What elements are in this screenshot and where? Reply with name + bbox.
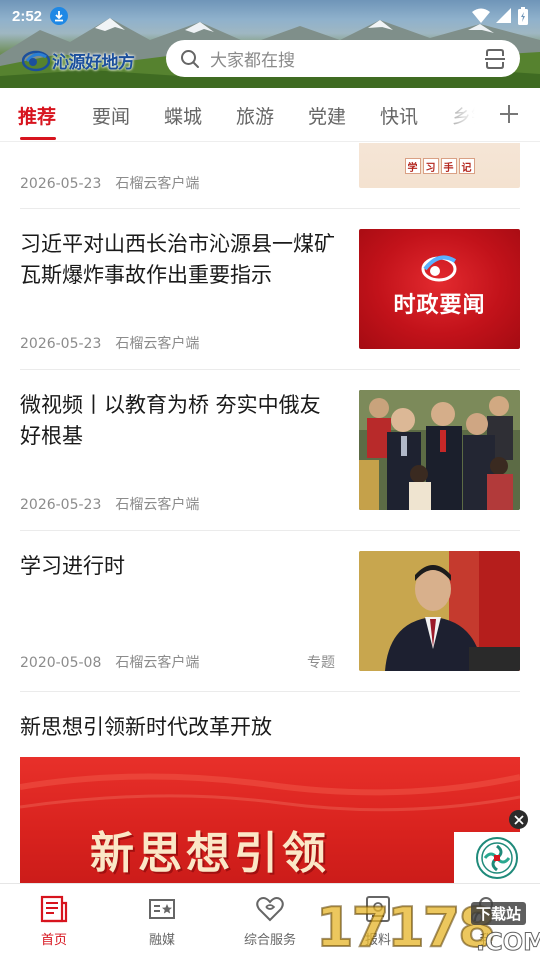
status-time: 2:52 bbox=[12, 7, 43, 25]
tab-recommend[interactable]: 推荐 bbox=[18, 102, 56, 129]
feature-banner[interactable]: 新思想引领 bbox=[20, 757, 520, 883]
divider bbox=[20, 208, 520, 209]
news-date: 2026-05-23 bbox=[20, 336, 102, 352]
news-source: 石榴云客户端 bbox=[115, 176, 200, 192]
news-source: 石榴云客户端 bbox=[115, 336, 200, 352]
channel-tabs: 推荐 要闻 蝶城 旅游 党建 快讯 乡镇 bbox=[0, 88, 540, 142]
tab-headlines[interactable]: 要闻 bbox=[92, 102, 130, 129]
nav-home[interactable]: 首页 bbox=[0, 894, 108, 948]
heart-service-icon bbox=[256, 897, 284, 922]
tab-diecheng[interactable]: 蝶城 bbox=[164, 102, 202, 129]
status-bar: 2:52 bbox=[0, 0, 540, 32]
news-meta: 2026-05-23 石榴云客户端 bbox=[20, 494, 199, 514]
media-icon bbox=[149, 899, 175, 919]
photo-illustration bbox=[359, 390, 520, 510]
tab-travel[interactable]: 旅游 bbox=[236, 102, 274, 129]
tab-flash[interactable]: 快讯 bbox=[380, 102, 418, 129]
news-title: 新思想引领新时代改革开放 bbox=[20, 715, 272, 739]
news-date: 2020-05-08 bbox=[20, 655, 102, 671]
battery-icon bbox=[518, 7, 528, 25]
nav-report-label: 报料 bbox=[364, 933, 391, 948]
search-placeholder: 大家都在搜 bbox=[210, 51, 295, 71]
wifi-icon bbox=[472, 8, 490, 23]
logo-text: 沁源好地方 bbox=[52, 52, 135, 73]
nav-media-label: 融媒 bbox=[148, 933, 175, 948]
news-meta: 2026-05-23 石榴云客户端 bbox=[20, 173, 199, 193]
divider bbox=[20, 691, 520, 692]
topic-tag: 专题 bbox=[307, 655, 335, 671]
search-icon bbox=[181, 49, 199, 68]
news-icon bbox=[40, 895, 68, 923]
tab-fade bbox=[430, 88, 494, 141]
divider bbox=[20, 530, 520, 531]
news-photo[interactable] bbox=[359, 551, 520, 671]
news-meta: 2020-05-08 石榴云客户端 bbox=[20, 652, 199, 672]
report-icon bbox=[366, 896, 390, 922]
news-title: 微视频丨以教育为桥 夯实中俄友好根基 bbox=[20, 393, 321, 448]
nav-services-label: 综合服务 bbox=[243, 933, 296, 948]
banner-headline: 新思想引领 bbox=[90, 828, 330, 879]
close-icon[interactable] bbox=[509, 810, 528, 829]
news-meta: 2026-05-23 石榴云客户端 bbox=[20, 333, 199, 353]
news-feed: 学习手记 2026-05-23 石榴云客户端 习近平对山西长治市沁源县一煤矿瓦斯爆… bbox=[0, 143, 540, 883]
app-logo[interactable]: 沁源好地方 bbox=[22, 45, 135, 75]
study-notes-logo: 学习手记 bbox=[404, 158, 475, 174]
floating-service-badge[interactable] bbox=[454, 832, 540, 884]
nav-media[interactable]: 融媒 bbox=[108, 894, 216, 948]
news-date: 2026-05-23 bbox=[20, 176, 102, 192]
bottom-navigation: 首页 融媒 综合服务 报料 我 bbox=[0, 883, 540, 960]
scan-icon[interactable] bbox=[484, 48, 506, 70]
news-title: 习近平对山西长治市沁源县一煤矿瓦斯爆炸事故作出重要指示 bbox=[20, 232, 335, 287]
nav-report[interactable]: 报料 bbox=[324, 894, 432, 948]
tab-party[interactable]: 党建 bbox=[308, 102, 346, 129]
portrait-illustration bbox=[359, 551, 520, 671]
news-source: 石榴云客户端 bbox=[115, 655, 200, 671]
nav-me-label: 我 bbox=[479, 933, 493, 948]
news-item[interactable]: 新思想引领新时代改革开放 bbox=[20, 712, 520, 743]
service-emblem-icon bbox=[476, 837, 518, 879]
nav-services[interactable]: 综合服务 bbox=[216, 894, 324, 948]
news-date: 2026-05-23 bbox=[20, 497, 102, 513]
divider bbox=[20, 369, 520, 370]
thumb-caption: 时政要闻 bbox=[393, 293, 486, 318]
news-title: 学习进行时 bbox=[20, 554, 125, 578]
active-tab-indicator bbox=[20, 137, 56, 140]
download-icon bbox=[50, 7, 69, 25]
search-bar[interactable]: 大家都在搜 bbox=[166, 40, 520, 77]
news-thumbnail[interactable]: 学习手记 bbox=[359, 143, 520, 188]
add-channel-icon[interactable] bbox=[495, 100, 523, 128]
news-photo[interactable] bbox=[359, 390, 520, 510]
nav-me[interactable]: 我 bbox=[432, 894, 540, 948]
logo-icon bbox=[22, 50, 50, 72]
nav-home-label: 首页 bbox=[40, 933, 67, 948]
signal-icon bbox=[496, 8, 511, 23]
news-source: 石榴云客户端 bbox=[115, 497, 200, 513]
user-icon bbox=[474, 897, 498, 922]
news-thumbnail[interactable]: 时政要闻 bbox=[359, 229, 520, 349]
header-banner: 2:52 沁源好地方 大家都在搜 bbox=[0, 0, 540, 88]
